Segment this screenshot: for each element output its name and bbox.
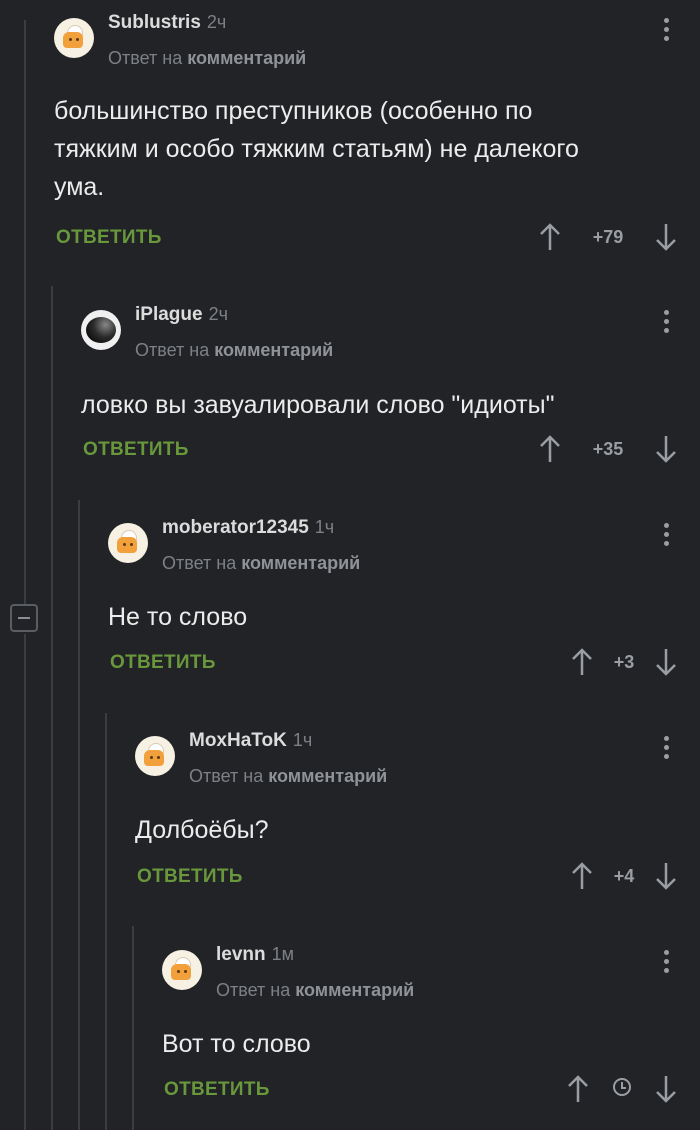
parent-comment-link[interactable]: комментарий <box>295 980 414 1000</box>
comment: iPlague 2ч Ответ на комментарий ловко вы … <box>81 304 700 474</box>
parent-comment-link[interactable]: комментарий <box>268 766 387 786</box>
comment-text: Не то слово <box>108 603 248 631</box>
comment: levnn 1м Ответ на комментарий Вот то слов… <box>162 944 700 1114</box>
comment-text: большинство преступников (особенно по тя… <box>54 97 579 201</box>
comment-text: ловко вы завуалировали слово "идиоты" <box>81 391 555 419</box>
username[interactable]: iPlague 2ч <box>135 304 228 326</box>
reply-to-line: Ответ на комментарий <box>216 980 415 1000</box>
vote-controls: +4 <box>570 861 678 891</box>
arrow-down-icon[interactable] <box>654 222 678 252</box>
more-vertical-icon[interactable] <box>664 950 670 976</box>
vote-controls: +79 <box>538 222 678 252</box>
thread-line <box>24 20 26 604</box>
arrow-up-icon[interactable] <box>570 861 594 891</box>
vote-controls: +3 <box>570 647 678 677</box>
reply-to-line: Ответ на комментарий <box>135 340 334 360</box>
more-vertical-icon[interactable] <box>664 523 670 549</box>
reply-button[interactable]: ОТВЕТИТЬ <box>137 866 243 888</box>
parent-comment-link[interactable]: комментарий <box>214 340 333 360</box>
avatar[interactable] <box>108 523 148 563</box>
reply-button[interactable]: ОТВЕТИТЬ <box>110 652 216 674</box>
dark-sphere-avatar-icon <box>86 317 116 343</box>
arrow-up-icon[interactable] <box>538 434 562 464</box>
reply-button[interactable]: ОТВЕТИТЬ <box>164 1079 270 1101</box>
username[interactable]: moberator12345 1ч <box>162 517 334 539</box>
username[interactable]: levnn 1м <box>216 944 294 966</box>
thread-line <box>51 286 53 1130</box>
reply-to-line: Ответ на комментарий <box>162 553 361 573</box>
more-vertical-icon[interactable] <box>664 736 670 762</box>
arrow-down-icon[interactable] <box>654 861 678 891</box>
arrow-up-icon[interactable] <box>570 647 594 677</box>
avatar[interactable] <box>81 310 121 350</box>
rating-score: +4 <box>613 866 635 886</box>
arrow-up-icon[interactable] <box>566 1074 590 1104</box>
timestamp: 1ч <box>292 730 313 750</box>
rating-score: +79 <box>592 227 624 247</box>
arrow-down-icon[interactable] <box>654 434 678 464</box>
thread-line <box>105 713 107 1130</box>
timestamp: 2ч <box>206 12 227 32</box>
timestamp: 1ч <box>314 517 335 537</box>
parent-comment-link[interactable]: комментарий <box>187 48 306 68</box>
thread-line <box>132 926 134 1130</box>
reply-button[interactable]: ОТВЕТИТЬ <box>56 227 162 249</box>
comment-text: Долбоёбы? <box>135 816 269 844</box>
vote-controls <box>566 1074 678 1104</box>
rating-score: +35 <box>592 439 624 459</box>
comment-text: Вот то слово <box>162 1030 311 1058</box>
parent-comment-link[interactable]: комментарий <box>241 553 360 573</box>
thread-line <box>24 634 26 1130</box>
more-vertical-icon[interactable] <box>664 18 670 44</box>
timestamp: 2ч <box>208 304 228 324</box>
thread-line <box>78 500 80 1130</box>
collapse-thread-button[interactable] <box>10 604 38 632</box>
username[interactable]: Sublustris 2ч <box>108 12 226 34</box>
vote-controls: +35 <box>538 434 678 464</box>
reply-button[interactable]: ОТВЕТИТЬ <box>83 439 189 461</box>
comment: MoxHaToK 1ч Ответ на комментарий Долбоёбы… <box>135 730 700 900</box>
comment: Sublustris 2ч Ответ на комментарий больши… <box>54 12 700 262</box>
reply-to-line: Ответ на комментарий <box>189 766 388 786</box>
more-vertical-icon[interactable] <box>664 310 670 336</box>
collapse-minus-icon <box>18 617 30 619</box>
avatar[interactable] <box>135 736 175 776</box>
clock-icon <box>613 1078 631 1096</box>
username[interactable]: MoxHaToK 1ч <box>189 730 312 752</box>
arrow-up-icon[interactable] <box>538 222 562 252</box>
rating-score: +3 <box>613 652 635 672</box>
comment: moberator12345 1ч Ответ на комментарий Не… <box>108 517 700 687</box>
timestamp: 1м <box>271 944 295 964</box>
avatar[interactable] <box>54 18 94 58</box>
arrow-down-icon[interactable] <box>654 1074 678 1104</box>
arrow-down-icon[interactable] <box>654 647 678 677</box>
reply-to-line: Ответ на комментарий <box>108 48 307 68</box>
avatar[interactable] <box>162 950 202 990</box>
